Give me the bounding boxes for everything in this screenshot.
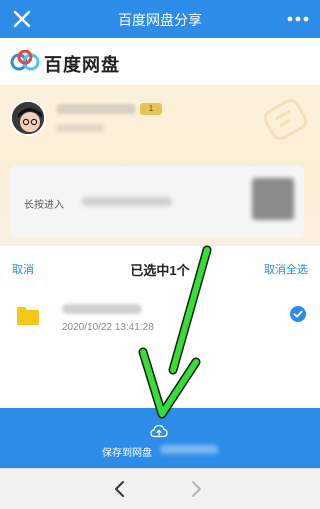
title-bar: 百度网盘分享 — [0, 0, 320, 38]
page-title: 百度网盘分享 — [118, 12, 202, 28]
member-badge: 1 — [140, 103, 162, 115]
clear-all-button[interactable]: 取消全选 — [264, 261, 308, 277]
qr-hint-blurred — [82, 197, 172, 206]
save-to-netdisk-button[interactable]: 保存到网盘 — [0, 408, 320, 468]
sharer-name-blurred — [56, 104, 136, 114]
baidu-netdisk-logo — [10, 50, 40, 71]
qr-hint-text: 长按进入 — [24, 200, 64, 211]
avatar — [10, 100, 46, 136]
save-label: 保存到网盘 — [102, 448, 152, 459]
folder-icon — [17, 307, 39, 325]
share-qr-card: 长按进入 — [10, 166, 304, 238]
selection-bar: 取消 已选中1个 取消全选 — [0, 250, 320, 286]
list-item[interactable]: 2020/10/22 13:41:28 — [0, 290, 320, 346]
brand-name: 百度网盘 — [44, 55, 120, 75]
check-circle-icon[interactable] — [290, 306, 306, 322]
qr-code-blurred[interactable] — [252, 178, 294, 220]
chevron-right-icon[interactable] — [186, 479, 206, 499]
more-icon[interactable] — [284, 7, 312, 31]
browser-nav-bar — [0, 468, 320, 509]
chevron-left-icon[interactable] — [110, 479, 130, 499]
brand-bar: 百度网盘 — [0, 38, 320, 86]
save-target-blurred — [160, 445, 218, 454]
decoration-icon — [263, 99, 307, 141]
sharer-subtitle-blurred — [56, 124, 104, 132]
cloud-upload-icon — [150, 424, 168, 438]
file-name-blurred — [62, 304, 142, 314]
file-date: 2020/10/22 13:41:28 — [62, 322, 154, 333]
list-empty-area — [0, 346, 320, 408]
